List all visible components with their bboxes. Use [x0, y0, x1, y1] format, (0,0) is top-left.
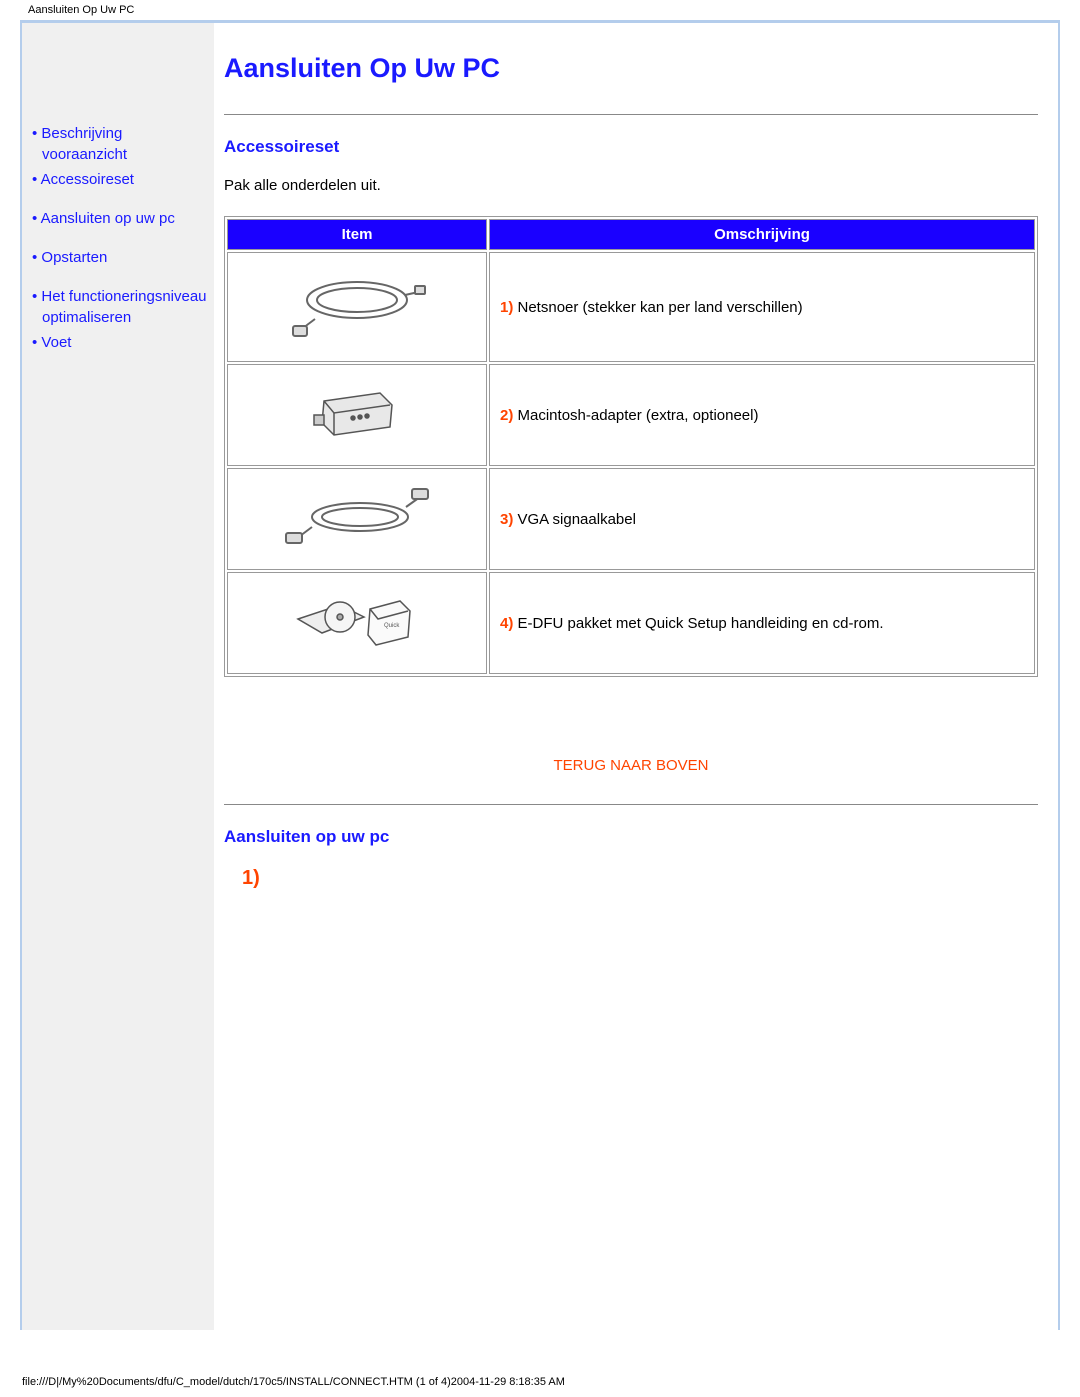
col-header-desc: Omschrijving [489, 219, 1035, 250]
row-desc: E-DFU pakket met Quick Setup handleiding… [513, 615, 883, 632]
table-header-row: Item Omschrijving [227, 219, 1035, 250]
row-number: 2) [500, 407, 513, 424]
back-to-top-link[interactable]: TERUG NAAR BOVEN [553, 757, 708, 774]
back-to-top-wrap: TERUG NAAR BOVEN [224, 757, 1038, 774]
table-row: 2) Macintosh-adapter (extra, optioneel) [227, 364, 1035, 466]
edfu-pack-icon: Quick [292, 591, 422, 651]
item-desc-cell: 3) VGA signaalkabel [489, 468, 1035, 570]
sidebar-link-voet[interactable]: Voet [41, 334, 71, 351]
row-number: 3) [500, 511, 513, 528]
mac-adapter-icon [312, 387, 402, 439]
accessories-table: Item Omschrijving [224, 216, 1038, 677]
row-desc: Netsnoer (stekker kan per land verschill… [513, 299, 802, 316]
step-1-number: 1) [242, 867, 1038, 890]
section-accessoireset-title: Accessoireset [224, 137, 1038, 157]
section-aansluiten-title: Aansluiten op uw pc [224, 827, 1038, 847]
table-row: 1) Netsnoer (stekker kan per land versch… [227, 252, 1035, 362]
main-content: Aansluiten Op Uw PC Accessoireset Pak al… [214, 23, 1058, 1330]
item-image-edfu-pack: Quick [227, 572, 487, 674]
intro-text: Pak alle onderdelen uit. [224, 177, 1038, 194]
vga-cable-icon [282, 487, 432, 547]
page-frame: Beschrijving vooraanzicht Accessoireset … [20, 20, 1060, 1330]
item-desc-cell: 4) E-DFU pakket met Quick Setup handleid… [489, 572, 1035, 674]
sidebar-link-accessoireset[interactable]: Accessoireset [41, 171, 134, 188]
item-desc-cell: 2) Macintosh-adapter (extra, optioneel) [489, 364, 1035, 466]
sidebar-link-optimaliseren[interactable]: Het functioneringsniveau optimaliseren [41, 288, 206, 326]
table-row: 3) VGA signaalkabel [227, 468, 1035, 570]
table-row: Quick 4) E-DFU pakket met Quick Setup ha… [227, 572, 1035, 674]
item-image-mac-adapter [227, 364, 487, 466]
row-desc: Macintosh-adapter (extra, optioneel) [513, 407, 758, 424]
sidebar-link-beschrijving[interactable]: Beschrijving vooraanzicht [41, 125, 127, 163]
page-title: Aansluiten Op Uw PC [224, 53, 1038, 84]
sidebar-link-aansluiten[interactable]: Aansluiten op uw pc [41, 210, 175, 227]
col-header-item: Item [227, 219, 487, 250]
row-number: 4) [500, 615, 513, 632]
sidebar: Beschrijving vooraanzicht Accessoireset … [22, 23, 214, 1330]
row-number: 1) [500, 299, 513, 316]
sidebar-link-opstarten[interactable]: Opstarten [41, 249, 107, 266]
power-cord-icon [287, 270, 427, 340]
divider [224, 804, 1038, 805]
item-image-vga-cable [227, 468, 487, 570]
item-desc-cell: 1) Netsnoer (stekker kan per land versch… [489, 252, 1035, 362]
window-header-title: Aansluiten Op Uw PC [0, 0, 1080, 20]
sidebar-list: Beschrijving vooraanzicht Accessoireset … [22, 123, 214, 353]
item-image-power-cord [227, 252, 487, 362]
svg-text:Quick: Quick [384, 623, 400, 629]
row-desc: VGA signaalkabel [513, 511, 636, 528]
divider [224, 114, 1038, 115]
footer-file-path: file:///D|/My%20Documents/dfu/C_model/du… [0, 1330, 1080, 1394]
